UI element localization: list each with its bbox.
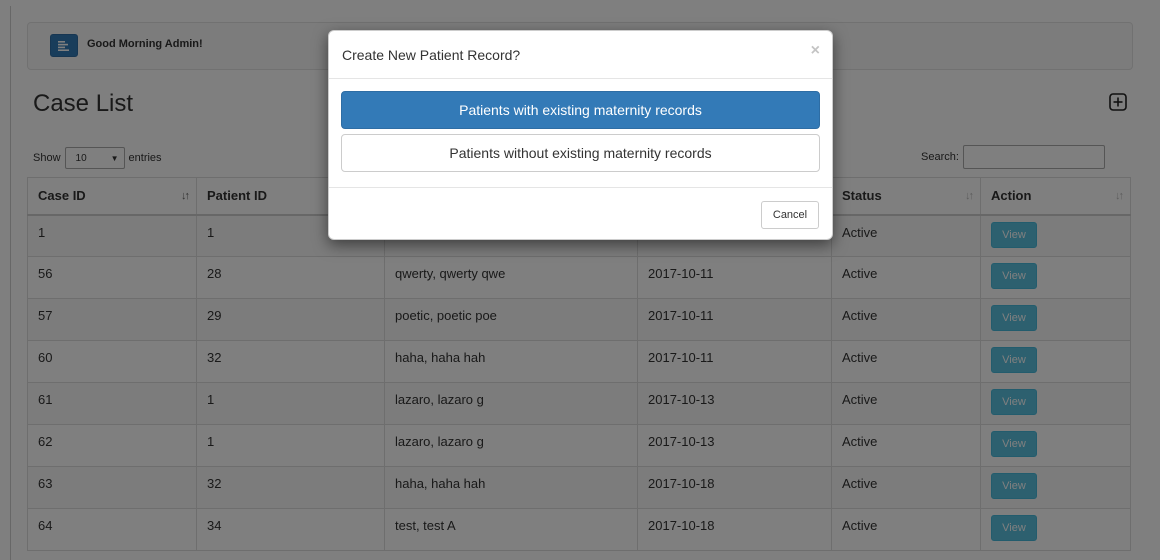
modal-header: Create New Patient Record? × <box>329 31 832 79</box>
modal-footer: Cancel <box>329 187 832 240</box>
modal-body: Patients with existing maternity records… <box>329 79 832 187</box>
modal-title: Create New Patient Record? <box>342 47 521 63</box>
no-existing-records-button[interactable]: Patients without existing maternity reco… <box>341 134 820 172</box>
cancel-button[interactable]: Cancel <box>761 201 819 229</box>
create-record-modal: Create New Patient Record? × Patients wi… <box>328 30 833 240</box>
existing-records-button[interactable]: Patients with existing maternity records <box>341 91 820 129</box>
close-icon[interactable]: × <box>811 43 820 59</box>
